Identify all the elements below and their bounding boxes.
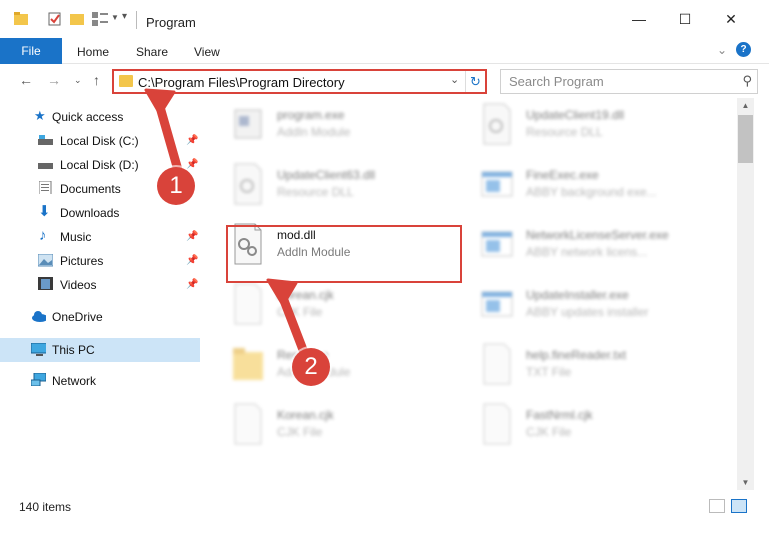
status-bar: 140 items <box>0 494 769 518</box>
step-2-badge: 2 <box>292 348 330 386</box>
step-1-badge: 1 <box>157 167 195 205</box>
annotation-arrows <box>144 88 310 360</box>
details-view-icon[interactable] <box>709 499 725 513</box>
item-count: 140 items <box>19 500 72 514</box>
large-icons-view-icon[interactable] <box>731 499 747 513</box>
